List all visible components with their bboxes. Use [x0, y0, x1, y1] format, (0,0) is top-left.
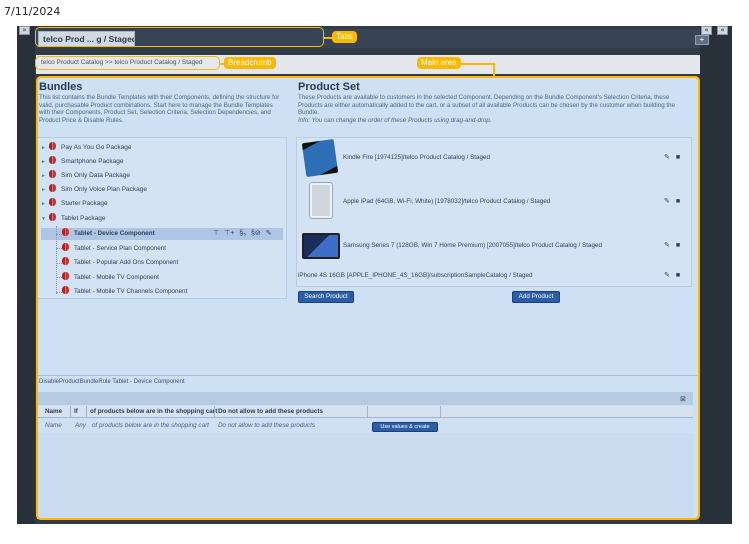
collapse-right-icon[interactable]: « [701, 26, 712, 35]
main-area-highlight [36, 76, 700, 520]
main-area-callout: Main area [417, 57, 461, 69]
breadcrumb-highlight [35, 56, 220, 70]
tabs-callout-line [324, 37, 332, 39]
main-area-callout-line-h [458, 63, 494, 65]
left-collapse-strip [17, 26, 35, 524]
main-area-callout-line-v [493, 63, 495, 76]
collapse-panel-icon[interactable]: « [717, 26, 728, 35]
add-tab-button[interactable]: + [695, 35, 709, 45]
date-label: 7/11/2024 [4, 5, 61, 18]
tabs-highlight [35, 27, 324, 47]
breadcrumb-callout: Breadcrumb [224, 57, 276, 69]
right-collapse-strip [700, 26, 732, 524]
tabs-callout: Tabs [332, 31, 357, 43]
expand-left-icon[interactable]: » [19, 26, 30, 35]
